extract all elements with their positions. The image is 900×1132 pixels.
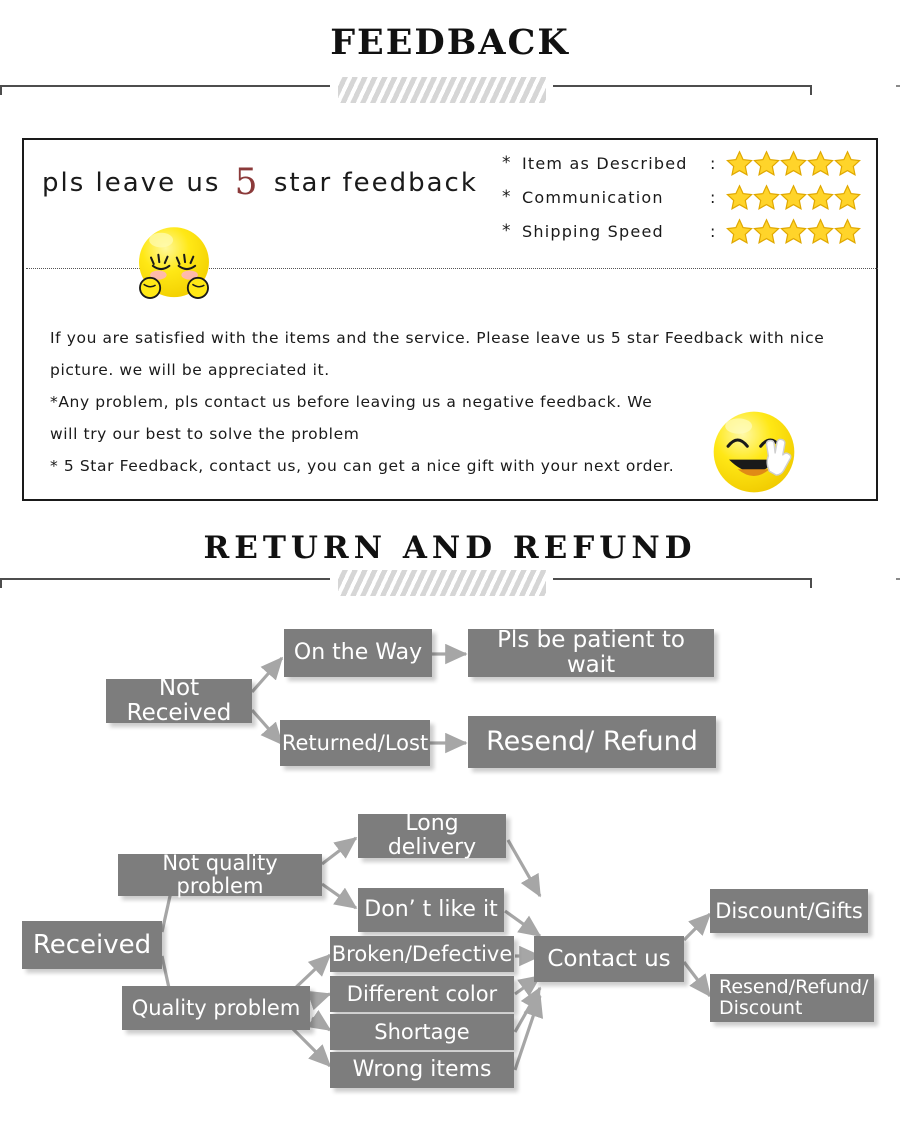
divider-rule-right [553, 85, 812, 87]
rating-row: * Item as Described : [502, 146, 862, 180]
divider-rule-left [0, 578, 330, 580]
flow-node-shortage[interactable]: Shortage [330, 1014, 514, 1050]
flow-node-discount-gifts[interactable]: Discount/Gifts [710, 889, 868, 933]
flow-node-resend-refund[interactable]: Resend/ Refund [468, 716, 716, 768]
shy-face-emoji [139, 227, 209, 299]
flow-node-on-the-way[interactable]: On the Way [284, 629, 432, 677]
divider-tick-left [0, 578, 2, 588]
divider-feedback [0, 69, 900, 103]
feedback-line: picture. we will be appreciated it. [50, 361, 330, 379]
rating-label: Item as Described [522, 153, 688, 173]
flow-node-contact-us[interactable]: Contact us [534, 936, 684, 982]
divider-rule-right [553, 578, 812, 580]
flow-node-dont-like-it[interactable]: Don’ t like it [358, 888, 504, 932]
star-rating-icon [726, 149, 862, 177]
flow-node-returned-lost[interactable]: Returned/Lost [280, 720, 430, 766]
asterisk-icon: * [502, 153, 512, 173]
rating-colon: : [710, 187, 717, 207]
smiling-peace-sign-emoji [713, 411, 795, 493]
divider-hatch-icon [338, 570, 546, 596]
page-title-return-refund: RETURN AND REFUND [203, 530, 697, 566]
flow-node-pls-be-patient[interactable]: Pls be patient to wait [468, 628, 714, 677]
divider-return-refund [0, 562, 900, 596]
rating-colon: : [710, 221, 717, 241]
star-rating-icon [726, 183, 862, 211]
divider-edge-tick [896, 578, 900, 580]
flow-node-long-delivery[interactable]: Long delivery [358, 812, 506, 859]
divider-rule-left [0, 85, 330, 87]
rating-row: * Shipping Speed : [502, 214, 862, 248]
divider-tick-right [810, 85, 812, 95]
feedback-headline: pls leave us 5 star feedback [42, 162, 478, 203]
feedback-line: If you are satisfied with the items and … [50, 329, 825, 347]
flow-node-quality-problem[interactable]: Quality problem [122, 986, 310, 1030]
headline-before: pls leave us [42, 168, 221, 198]
rating-list: * Item as Described : * Communication: … [502, 146, 862, 248]
rating-label: Shipping Speed [522, 221, 664, 241]
divider-hatch-icon [338, 77, 546, 103]
page-title-feedback: FEEDBACK [330, 22, 570, 63]
flow-node-received[interactable]: Received [22, 921, 162, 969]
headline-after: star feedback [273, 168, 478, 198]
divider-tick-left [0, 85, 2, 95]
flow-node-not-quality-problem[interactable]: Not quality problem [118, 852, 322, 897]
divider-edge-tick [896, 85, 900, 87]
rating-row: * Communication : [502, 180, 862, 214]
return-refund-flowchart: Not Received On the Way Pls be patient t… [0, 596, 900, 1132]
asterisk-icon: * [502, 221, 512, 241]
flow-node-wrong-items[interactable]: Wrong items [330, 1052, 514, 1088]
flow-node-resend-refund-discount[interactable]: Resend/Refund/ Discount [710, 974, 874, 1022]
star-rating-icon [726, 217, 862, 245]
headline-number: 5 [234, 162, 260, 203]
rating-label: Communication [522, 187, 664, 207]
flow-node-different-color[interactable]: Different color [330, 976, 514, 1012]
asterisk-icon: * [502, 187, 512, 207]
rating-colon: : [710, 153, 717, 173]
flow-node-not-received[interactable]: Not Received [106, 676, 252, 725]
flow-node-broken-defective[interactable]: Broken/Defective [330, 936, 514, 972]
divider-tick-right [810, 578, 812, 588]
